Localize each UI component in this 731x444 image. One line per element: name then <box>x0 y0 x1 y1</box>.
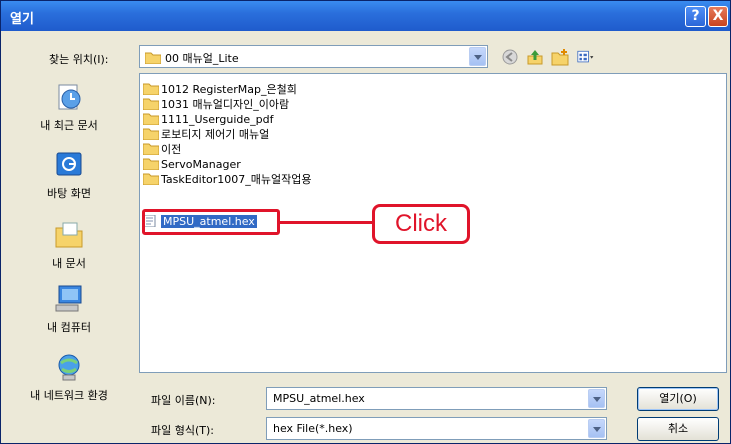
place-label: 내 네트워크 환경 <box>30 389 108 402</box>
place-my-computer[interactable]: 내 컴퓨터 <box>5 281 133 343</box>
folder-icon <box>143 143 159 155</box>
my-computer-icon <box>55 285 82 312</box>
place-label: 내 컴퓨터 <box>47 321 91 334</box>
filename-value: MPSU_atmel.hex <box>273 392 365 405</box>
callout-connector <box>280 221 372 224</box>
place-label: 내 최근 문서 <box>40 119 98 132</box>
back-icon[interactable] <box>501 48 519 66</box>
click-callout: Click <box>372 204 470 244</box>
folder-icon <box>143 128 159 140</box>
filetype-select[interactable]: hex File(*.hex) <box>266 417 607 440</box>
help-button[interactable]: ? <box>685 6 706 27</box>
view-menu-icon[interactable] <box>577 48 595 66</box>
chevron-down-icon[interactable] <box>588 389 605 408</box>
place-network[interactable]: 내 네트워크 환경 <box>5 349 133 411</box>
look-in-value: 00 매뉴얼_Lite <box>165 52 239 65</box>
list-item[interactable]: ServoManager <box>143 157 241 172</box>
chevron-down-icon[interactable] <box>469 47 486 66</box>
folder-icon <box>143 113 159 125</box>
open-button[interactable]: 열기(O) <box>637 387 719 411</box>
filetype-label: 파일 형식(T): <box>151 424 214 437</box>
folder-icon <box>143 83 159 95</box>
chevron-down-icon[interactable] <box>588 419 605 438</box>
place-my-documents[interactable]: 내 문서 <box>5 217 133 279</box>
selection-highlight-box <box>142 209 280 235</box>
desktop-icon <box>56 152 82 176</box>
filename-label: 파일 이름(N): <box>151 394 216 407</box>
folder-icon <box>145 52 161 64</box>
folder-icon <box>143 98 159 110</box>
network-icon <box>58 354 80 381</box>
place-label: 내 문서 <box>52 257 86 270</box>
folder-icon <box>143 173 159 185</box>
look-in-label: 찾는 위치(I): <box>49 53 109 66</box>
place-recent-documents[interactable]: 내 최근 문서 <box>5 79 133 141</box>
filename-input[interactable]: MPSU_atmel.hex <box>266 387 607 410</box>
look-in-dropdown[interactable]: 00 매뉴얼_Lite <box>139 45 488 68</box>
dialog-title: 열기 <box>10 12 34 27</box>
title-bar[interactable]: 열기 ? X <box>1 1 730 31</box>
list-item[interactable]: 1111_Userguide_pdf <box>143 112 273 127</box>
place-desktop[interactable]: 바탕 화면 <box>5 147 133 209</box>
list-item[interactable]: 1031 매뉴얼디자인_이아람 <box>143 97 289 112</box>
place-label: 바탕 화면 <box>47 187 91 200</box>
my-documents-icon <box>55 222 83 248</box>
recent-documents-icon <box>58 84 81 110</box>
places-bar: 내 최근 문서 바탕 화면 내 문서 내 컴퓨터 내 네트워크 환경 <box>5 73 133 433</box>
list-item[interactable]: 로보티지 제어기 매뉴얼 <box>143 127 269 142</box>
cancel-button[interactable]: 취소 <box>637 417 719 441</box>
new-folder-icon[interactable] <box>551 48 569 66</box>
list-item[interactable]: 1012 RegisterMap_은철희 <box>143 82 297 97</box>
folder-icon <box>143 158 159 170</box>
open-file-dialog: 열기 ? X 찾는 위치(I): 00 매뉴얼_Lite 내 최근 문서 바탕 … <box>0 0 731 444</box>
filetype-value: hex File(*.hex) <box>273 422 353 435</box>
list-item[interactable]: TaskEditor1007_매뉴얼작업용 <box>143 172 312 187</box>
up-folder-icon[interactable] <box>526 48 544 66</box>
list-item[interactable]: 이전 <box>143 142 181 157</box>
close-button[interactable]: X <box>708 6 728 27</box>
